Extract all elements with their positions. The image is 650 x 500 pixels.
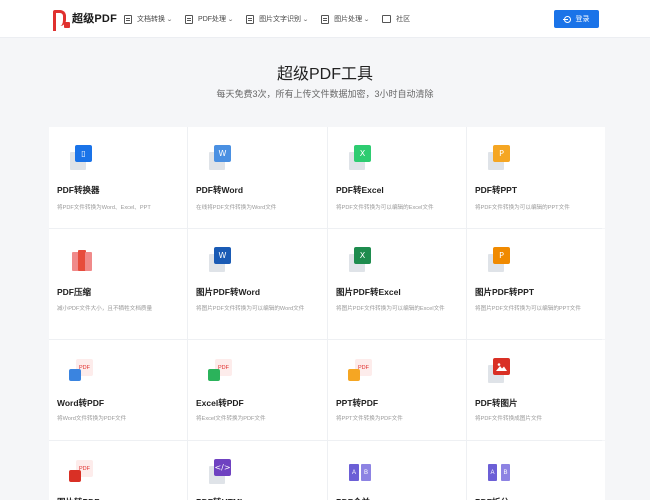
tool-title: 图片PDF转Word bbox=[196, 287, 261, 297]
tool-card[interactable]: P PDF转PPT 将PDF文件转换为可以编辑的PPT文件 bbox=[467, 127, 605, 228]
tool-description: 将PPT文件转换为PDF文件 bbox=[336, 416, 403, 422]
ppt-to-pdf-icon: PDF bbox=[345, 357, 373, 385]
compress-icon bbox=[66, 246, 94, 274]
page-title: 超级PDF工具 bbox=[276, 66, 373, 83]
ocr-icon bbox=[246, 14, 255, 24]
tool-description: 将PDF文件转换为可以编辑的Excel文件 bbox=[336, 205, 434, 211]
nav-label: 图片文字识别 bbox=[259, 16, 302, 23]
nav-ocr[interactable]: 图片文字识别 ⌄ bbox=[246, 14, 309, 24]
tool-card[interactable]: PDF转图片将PDF文件转换成图片文件 bbox=[467, 340, 605, 440]
page-subtitle: 每天免费3次，所有上传文件数据加密，3小时自动清除 bbox=[216, 89, 434, 99]
tool-title: PDF压缩 bbox=[57, 287, 92, 297]
source-doc bbox=[208, 369, 220, 381]
split-icon: AB bbox=[484, 458, 512, 486]
image-icon bbox=[484, 357, 512, 385]
document-icon bbox=[124, 14, 132, 24]
login-button[interactable]: 登录 bbox=[554, 10, 599, 28]
chat-bubble-icon bbox=[382, 15, 392, 23]
tool-title: 图片PDF转Excel bbox=[336, 287, 401, 297]
excel-icon: X bbox=[345, 144, 373, 172]
tool-title: Excel转PDF bbox=[196, 398, 244, 408]
tool-description: 将Excel文件转换为PDF文件 bbox=[196, 416, 266, 422]
chevron-down-icon: ⌄ bbox=[166, 16, 173, 23]
chevron-down-icon: ⌄ bbox=[363, 16, 370, 23]
nav-label: 图片处理 bbox=[334, 16, 363, 23]
source-doc bbox=[69, 470, 81, 482]
logo-text: 超级PDF bbox=[72, 12, 117, 25]
excel-to-pdf-icon: PDF bbox=[205, 357, 233, 385]
main-nav: 文档转换 ⌄ PDF处理 ⌄ 图片文字识别 ⌄ 图片处理 ⌄ 社区 bbox=[124, 12, 423, 26]
chevron-down-icon: ⌄ bbox=[302, 16, 309, 23]
excel-icon: X bbox=[345, 246, 373, 274]
tool-description: 在线将PDF文件转换为Word文件 bbox=[196, 205, 277, 211]
nav-image-process[interactable]: 图片处理 ⌄ bbox=[321, 14, 370, 24]
tool-card[interactable]: W 图片PDF转Word 将图片PDF文件转换为可以编辑的Word文件 bbox=[188, 229, 327, 339]
nav-community[interactable]: 社区 bbox=[382, 14, 410, 24]
tool-description: 将PDF文件转换成图片文件 bbox=[475, 416, 543, 422]
nav-doc-convert[interactable]: 文档转换 ⌄ bbox=[124, 14, 173, 24]
tool-title: PDF拆分 bbox=[475, 496, 509, 500]
tool-card[interactable]: P 图片PDF转PPT 将图片PDF文件转换为可以编辑的PPT文件 bbox=[467, 229, 605, 339]
logo-mark-icon bbox=[53, 10, 70, 31]
tool-card[interactable]: X 图片PDF转Excel 将图片PDF文件转换为可以编辑的Excel文件 bbox=[328, 229, 466, 339]
tool-title: PDF转PPT bbox=[475, 185, 518, 195]
html-icon: </> bbox=[205, 458, 233, 486]
word-to-pdf-icon: PDF bbox=[66, 357, 94, 385]
tool-card[interactable]: PDF Word转PDF 将Word文件转换为PDF文件 bbox=[49, 340, 187, 440]
tool-description: 将图片PDF文件转换为可以编辑的PPT文件 bbox=[475, 306, 581, 312]
tool-description: 将图片PDF文件转换为可以编辑的Word文件 bbox=[196, 306, 305, 312]
tool-description: 将PDF文件转换为Word、Excel、PPT bbox=[57, 205, 151, 211]
word-icon: W bbox=[205, 246, 233, 274]
merge-icon: AB bbox=[345, 458, 373, 486]
word-icon: W bbox=[205, 144, 233, 172]
ppt-icon: P bbox=[484, 144, 512, 172]
nav-label: PDF处理 bbox=[198, 16, 227, 23]
tool-card[interactable]: PDF PPT转PDF 将PPT文件转换为PDF文件 bbox=[328, 340, 466, 440]
tool-title: PDF转Word bbox=[196, 185, 244, 195]
chevron-down-icon: ⌄ bbox=[227, 16, 234, 23]
tool-description: 将图片PDF文件转换为可以编辑的Excel文件 bbox=[336, 306, 445, 312]
pdf-icon bbox=[185, 14, 194, 24]
tool-title: 图片转PDF bbox=[57, 496, 100, 500]
tool-card[interactable]: X PDF转Excel 将PDF文件转换为可以编辑的Excel文件 bbox=[328, 127, 466, 228]
tool-title: PPT转PDF bbox=[336, 398, 379, 408]
tool-card[interactable]: AB PDF拆分 bbox=[467, 441, 605, 500]
office-icon: ▯ bbox=[66, 144, 94, 172]
tool-title: PDF转换器 bbox=[57, 185, 100, 195]
tool-card[interactable]: PDF 图片转PDF bbox=[49, 441, 187, 500]
ppt-icon: P bbox=[484, 246, 512, 274]
tool-title: PDF合并 bbox=[336, 496, 370, 500]
tool-card[interactable]: AB PDF合并 bbox=[328, 441, 466, 500]
image-to-pdf-icon: PDF bbox=[66, 458, 94, 486]
tool-description: 将PDF文件转换为可以编辑的PPT文件 bbox=[475, 205, 570, 211]
source-doc bbox=[348, 369, 360, 381]
tool-card[interactable]: </> PDF转HTML bbox=[188, 441, 327, 500]
nav-label: 文档转换 bbox=[137, 16, 165, 23]
tool-card[interactable]: PDF Excel转PDF 将Excel文件转换为PDF文件 bbox=[188, 340, 327, 440]
tool-card[interactable]: PDF压缩减小PDF文件大小，且不牺牲文档质量 bbox=[49, 229, 187, 339]
tool-grid: ▯ PDF转换器将PDF文件转换为Word、Excel、PPT W PDF转Word 在… bbox=[49, 127, 605, 500]
tool-title: Word转PDF bbox=[57, 398, 105, 408]
nav-pdf-process[interactable]: PDF处理 ⌄ bbox=[185, 14, 234, 24]
logo[interactable]: 超级PDF bbox=[53, 10, 117, 31]
image-file-icon bbox=[321, 14, 330, 24]
tool-title: PDF转HTML bbox=[196, 496, 245, 500]
login-icon bbox=[562, 15, 571, 23]
tool-card[interactable]: W PDF转Word 在线将PDF文件转换为Word文件 bbox=[188, 127, 327, 228]
tool-description: 将Word文件转换为PDF文件 bbox=[57, 416, 127, 422]
login-label: 登录 bbox=[575, 16, 590, 23]
source-doc bbox=[69, 369, 81, 381]
tool-title: PDF转图片 bbox=[475, 398, 518, 408]
tool-description: 减小PDF文件大小，且不牺牲文档质量 bbox=[57, 306, 153, 312]
tool-title: PDF转Excel bbox=[336, 185, 384, 195]
tool-card[interactable]: ▯ PDF转换器将PDF文件转换为Word、Excel、PPT bbox=[49, 127, 187, 228]
tool-title: 图片PDF转PPT bbox=[475, 287, 535, 297]
top-header: 超级PDF 文档转换 ⌄ PDF处理 ⌄ 图片文字识别 ⌄ 图片处理 ⌄ 社区 bbox=[0, 0, 650, 38]
nav-label: 社区 bbox=[396, 16, 411, 23]
